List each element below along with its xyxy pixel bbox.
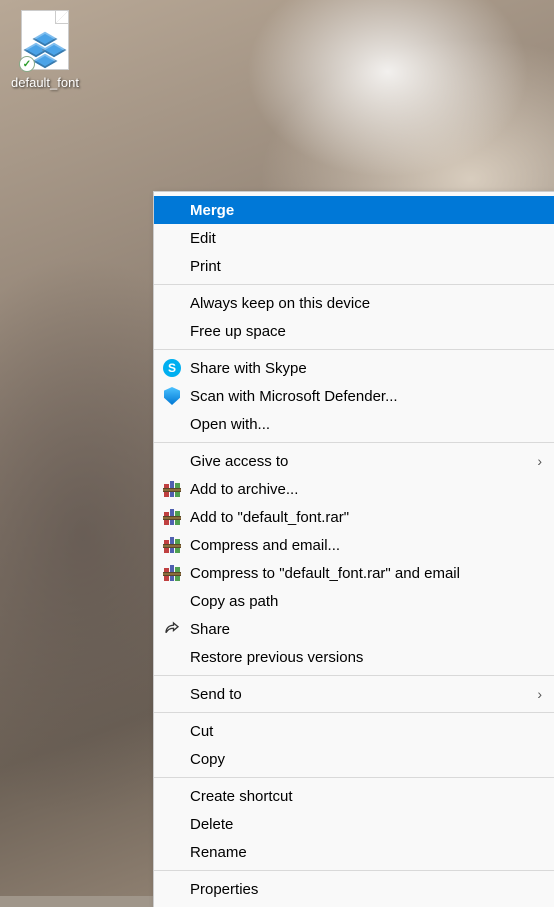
menu-item-merge[interactable]: Merge — [154, 196, 554, 224]
desktop-icon-default-font[interactable]: ✓ default_font — [0, 10, 90, 91]
menu-item-delete[interactable]: Delete — [154, 810, 554, 838]
menu-item-copy[interactable]: Copy — [154, 745, 554, 773]
menu-item-label: Add to "default_font.rar" — [190, 509, 349, 526]
menu-item-label: Add to archive... — [190, 481, 298, 498]
winrar-icon — [162, 563, 182, 583]
menu-item-add-default-rar[interactable]: Add to "default_font.rar" — [154, 503, 554, 531]
defender-shield-icon — [162, 386, 182, 406]
sync-badge-icon: ✓ — [19, 56, 35, 72]
menu-separator — [154, 349, 554, 350]
menu-separator — [154, 777, 554, 778]
menu-item-create-shortcut[interactable]: Create shortcut — [154, 782, 554, 810]
menu-item-share[interactable]: Share — [154, 615, 554, 643]
winrar-icon — [162, 507, 182, 527]
menu-item-label: Copy — [190, 751, 225, 768]
menu-item-label: Share — [190, 621, 230, 638]
share-icon — [162, 619, 182, 639]
menu-item-give-access[interactable]: Give access to › — [154, 447, 554, 475]
menu-item-share-skype[interactable]: S Share with Skype — [154, 354, 554, 382]
menu-item-compress-email[interactable]: Compress and email... — [154, 531, 554, 559]
chevron-right-icon: › — [537, 686, 542, 702]
menu-separator — [154, 712, 554, 713]
menu-item-label: Compress and email... — [190, 537, 340, 554]
skype-icon: S — [162, 358, 182, 378]
menu-item-label: Cut — [190, 723, 213, 740]
menu-item-label: Give access to — [190, 453, 288, 470]
menu-item-always-keep[interactable]: Always keep on this device — [154, 289, 554, 317]
chevron-right-icon: › — [537, 453, 542, 469]
menu-item-label: Restore previous versions — [190, 649, 363, 666]
menu-item-free-up[interactable]: Free up space — [154, 317, 554, 345]
menu-item-label: Compress to "default_font.rar" and email — [190, 565, 460, 582]
menu-item-label: Delete — [190, 816, 233, 833]
menu-item-cut[interactable]: Cut — [154, 717, 554, 745]
menu-item-copy-path[interactable]: Copy as path — [154, 587, 554, 615]
menu-item-properties[interactable]: Properties — [154, 875, 554, 903]
menu-item-add-archive[interactable]: Add to archive... — [154, 475, 554, 503]
menu-item-label: Create shortcut — [190, 788, 293, 805]
menu-item-compress-default-email[interactable]: Compress to "default_font.rar" and email — [154, 559, 554, 587]
menu-item-open-with[interactable]: Open with... — [154, 410, 554, 438]
menu-item-label: Properties — [190, 881, 258, 898]
context-menu: Merge Edit Print Always keep on this device… — [153, 191, 554, 907]
menu-item-label: Edit — [190, 230, 216, 247]
menu-item-label: Merge — [190, 202, 234, 219]
menu-separator — [154, 442, 554, 443]
winrar-icon — [162, 479, 182, 499]
menu-item-rename[interactable]: Rename — [154, 838, 554, 866]
menu-separator — [154, 675, 554, 676]
menu-item-label: Share with Skype — [190, 360, 307, 377]
menu-item-label: Open with... — [190, 416, 270, 433]
menu-item-label: Rename — [190, 844, 247, 861]
menu-item-label: Always keep on this device — [190, 295, 370, 312]
menu-item-restore-versions[interactable]: Restore previous versions — [154, 643, 554, 671]
menu-separator — [154, 870, 554, 871]
menu-item-edit[interactable]: Edit — [154, 224, 554, 252]
reg-file-icon: ✓ — [21, 10, 69, 70]
menu-item-label: Send to — [190, 686, 242, 703]
winrar-icon — [162, 535, 182, 555]
menu-item-label: Copy as path — [190, 593, 278, 610]
desktop-icon-label: default_font — [9, 74, 81, 91]
menu-separator — [154, 284, 554, 285]
menu-item-send-to[interactable]: Send to › — [154, 680, 554, 708]
menu-item-label: Scan with Microsoft Defender... — [190, 388, 398, 405]
menu-item-label: Print — [190, 258, 221, 275]
menu-item-print[interactable]: Print — [154, 252, 554, 280]
menu-item-label: Free up space — [190, 323, 286, 340]
menu-item-scan-defender[interactable]: Scan with Microsoft Defender... — [154, 382, 554, 410]
